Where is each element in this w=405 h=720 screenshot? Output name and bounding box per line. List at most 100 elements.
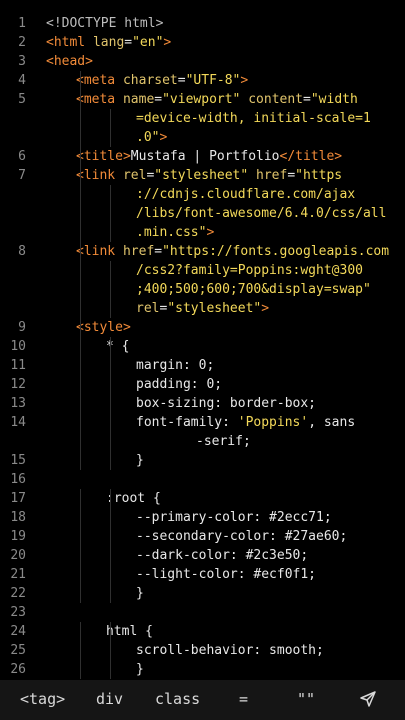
code-line: 15} [0, 451, 405, 470]
code-token: =device-width, initial-scale=1 [136, 111, 371, 126]
code-content: <html lang="en"> [46, 33, 405, 52]
code-token: -serif; [196, 434, 251, 449]
indent-guide [80, 128, 81, 147]
code-token: --dark-color: #2c3e50; [136, 548, 309, 563]
insert-quotes-key[interactable]: "" [297, 690, 315, 708]
send-icon[interactable] [359, 690, 377, 708]
code-line: 1 <!DOCTYPE html> [0, 14, 405, 33]
code-token: charset [115, 73, 178, 88]
code-line: .min.css"> [0, 223, 405, 242]
code-line: 16 [0, 470, 405, 489]
indent-guide [110, 451, 111, 470]
code-token: rel [136, 301, 160, 316]
code-token: = [124, 35, 133, 50]
insert-equals-key[interactable]: = [239, 690, 248, 708]
code-token: --secondary-color: #27ae60; [136, 529, 348, 544]
code-line: 17 :root { [0, 489, 405, 508]
code-content [46, 603, 405, 622]
indent-guide [110, 641, 111, 660]
code-token: ://cdnjs.cloudflare.com/ajax [136, 187, 356, 202]
indent-guide [80, 204, 81, 223]
code-content: :root { [46, 489, 405, 508]
code-content: scroll-behavior: smooth; [46, 641, 405, 660]
code-editor[interactable]: 1 <!DOCTYPE html> 2 <html lang="en"> 3 <head>… [0, 14, 405, 680]
insert-tag-key[interactable]: <tag> [20, 690, 65, 708]
indent-guide [110, 128, 111, 147]
line-number: 5 [18, 92, 26, 107]
code-token: html [53, 35, 86, 50]
code-line: 4 <meta charset="UTF-8"> [0, 71, 405, 90]
line-number [0, 299, 46, 318]
code-token: font-family: [136, 415, 238, 430]
code-content: .0"> [46, 128, 405, 147]
line-number [0, 204, 46, 223]
indent-guide [80, 185, 81, 204]
line-number: 20 [10, 548, 26, 563]
code-token: --light-color: #ecf0f1; [136, 567, 317, 582]
indent-guide [110, 527, 111, 546]
code-token: <meta [76, 92, 116, 107]
indent-guide [110, 223, 111, 242]
code-line: ://cdnjs.cloudflare.com/ajax [0, 185, 405, 204]
code-line: 26} [0, 660, 405, 679]
indent-guide [80, 261, 81, 280]
code-content: <title>Mustafa | Portfolio</title> [46, 147, 405, 166]
line-number: 24 [10, 624, 26, 639]
indent-guide [80, 280, 81, 299]
indent-guide [110, 565, 111, 584]
indent-guide [110, 299, 111, 318]
line-number: 12 [10, 377, 26, 392]
indent-guide [110, 432, 111, 451]
code-token: scroll-behavior: smooth; [136, 643, 324, 658]
code-token: "UTF-8" [185, 73, 241, 88]
code-line: =device-width, initial-scale=1 [0, 109, 405, 128]
indent-guide [110, 261, 111, 280]
line-number: 25 [10, 643, 26, 658]
indent-guide [80, 223, 81, 242]
code-token: = [154, 244, 163, 259]
line-number: 7 [18, 168, 26, 183]
code-token: /libs/font-awesome/6.4.0/css/all [136, 206, 387, 221]
code-line: 18 --primary-color: #2ecc71; [0, 508, 405, 527]
line-number [0, 128, 46, 147]
line-number: 11 [10, 358, 26, 373]
code-content: ://cdnjs.cloudflare.com/ajax [46, 185, 405, 204]
send-icon-graphic [360, 691, 376, 707]
code-content: ;400;500;600;700&display=swap" [46, 280, 405, 299]
code-content: <style> [46, 318, 405, 337]
code-line: ;400;500;600;700&display=swap" [0, 280, 405, 299]
code-line: 20 --dark-color: #2c3e50; [0, 546, 405, 565]
code-token: "stylesheet" [154, 168, 249, 183]
code-token: /css2?family=Poppins:wght@300 [136, 263, 363, 278]
indent-guide [80, 147, 81, 166]
code-token: "width [310, 92, 358, 107]
code-token: = [287, 168, 296, 183]
code-token: = [177, 73, 186, 88]
code-content: padding: 0; [46, 375, 405, 394]
code-line: 3 <head> [0, 52, 405, 71]
code-token: rel [115, 168, 147, 183]
line-number: 23 [10, 605, 26, 620]
code-token: > [163, 35, 172, 50]
insert-div-key[interactable]: div [96, 690, 123, 708]
code-token: } [136, 586, 144, 601]
code-token: , sans [308, 415, 356, 430]
indent-guide [110, 660, 111, 679]
indent-guide [110, 584, 111, 603]
indent-guide [80, 546, 81, 565]
indent-guide [80, 584, 81, 603]
indent-guide [80, 660, 81, 679]
line-number: 18 [10, 510, 26, 525]
line-number: 1 [18, 16, 26, 31]
insert-class-key[interactable]: class [155, 690, 200, 708]
indent-guide [80, 299, 81, 318]
code-token: <link [76, 244, 116, 259]
line-number: 8 [18, 244, 26, 259]
code-line: 7 <link rel="stylesheet" href="https [0, 166, 405, 185]
line-number: 26 [10, 662, 26, 677]
code-content: * { [46, 337, 405, 356]
code-content: /css2?family=Poppins:wght@300 [46, 261, 405, 280]
code-content: /libs/font-awesome/6.4.0/css/all [46, 204, 405, 223]
code-token: </title> [279, 149, 343, 164]
line-number: 17 [10, 491, 26, 506]
